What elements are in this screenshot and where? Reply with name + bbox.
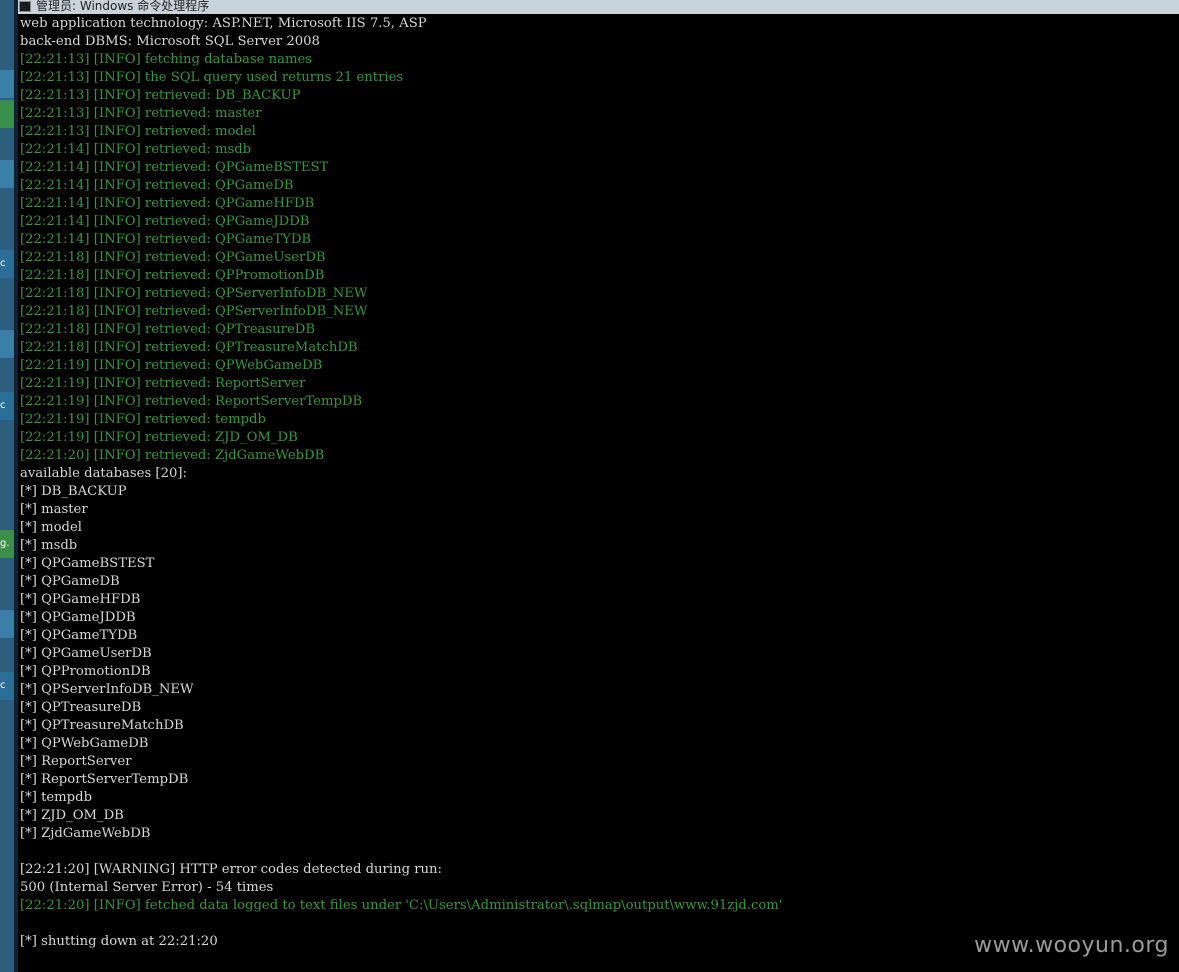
console-line: [22:21:19] [INFO] retrieved: ZJD_OM_DB bbox=[20, 430, 298, 445]
console-line: [22:21:14] [INFO] retrieved: QPGameTYDB bbox=[20, 232, 312, 247]
console-line: [22:21:14] [INFO] retrieved: QPGameHFDB bbox=[20, 196, 315, 211]
console-line: 500 (Internal Server Error) - 54 times bbox=[20, 880, 274, 895]
console-line: [*] QPGameHFDB bbox=[20, 592, 141, 607]
console-line: [22:21:18] [INFO] retrieved: QPPromotion… bbox=[20, 268, 325, 283]
console-line: [22:21:18] [INFO] retrieved: QPGameUserD… bbox=[20, 250, 326, 265]
console-line: [*] QPTreasureMatchDB bbox=[20, 718, 184, 733]
console-line: [*] QPServerInfoDB_NEW bbox=[20, 682, 194, 697]
console-line: [22:21:14] [INFO] retrieved: QPGameJDDB bbox=[20, 214, 310, 229]
taskbar-strip: c c g. c bbox=[0, 0, 18, 972]
taskbar-tile[interactable] bbox=[0, 610, 14, 638]
console-line: [*] QPGameJDDB bbox=[20, 610, 136, 625]
taskbar-tile[interactable] bbox=[0, 330, 14, 358]
console-line: [*] QPWebGameDB bbox=[20, 736, 149, 751]
watermark: www.wooyun.org bbox=[974, 933, 1169, 958]
console-line: [22:21:18] [INFO] retrieved: QPServerInf… bbox=[20, 286, 368, 301]
console-line: [22:21:13] [INFO] retrieved: model bbox=[20, 124, 256, 139]
console-line: [22:21:20] [INFO] retrieved: ZjdGameWebD… bbox=[20, 448, 325, 463]
window-titlebar[interactable]: 管理员: Windows 命令处理程序 bbox=[0, 0, 1179, 14]
console-line: available databases [20]: bbox=[20, 466, 187, 481]
console-line: [*] QPGameUserDB bbox=[20, 646, 152, 661]
console-line: [22:21:19] [INFO] retrieved: ReportServe… bbox=[20, 394, 363, 409]
console-line: [22:21:14] [INFO] retrieved: QPGameDB bbox=[20, 178, 294, 193]
console-line: [*] QPTreasureDB bbox=[20, 700, 142, 715]
console-line: [22:21:13] [INFO] fetching database name… bbox=[20, 52, 313, 67]
cmd-icon bbox=[19, 1, 31, 12]
console-line: [22:21:18] [INFO] retrieved: QPTreasureD… bbox=[20, 322, 316, 337]
taskbar-tile[interactable]: c bbox=[0, 250, 14, 278]
console-line: [22:21:19] [INFO] retrieved: tempdb bbox=[20, 412, 266, 427]
taskbar-tile[interactable]: c bbox=[0, 392, 14, 420]
taskbar-tile[interactable]: c bbox=[0, 672, 14, 700]
console-line: [*] ReportServerTempDB bbox=[20, 772, 189, 787]
console-line: [*] master bbox=[20, 502, 88, 517]
console-line: back-end DBMS: Microsoft SQL Server 2008 bbox=[20, 34, 320, 49]
console-line: [22:21:18] [INFO] retrieved: QPTreasureM… bbox=[20, 340, 358, 355]
console-line: [22:21:18] [INFO] retrieved: QPServerInf… bbox=[20, 304, 368, 319]
console-line: [22:21:13] [INFO] the SQL query used ret… bbox=[20, 70, 404, 85]
console-line: [*] DB_BACKUP bbox=[20, 484, 127, 499]
console-line: [*] msdb bbox=[20, 538, 78, 553]
console-line: [22:21:20] [WARNING] HTTP error codes de… bbox=[20, 862, 442, 877]
console-line: [22:21:20] [INFO] fetched data logged to… bbox=[20, 898, 783, 913]
console-line: [*] ReportServer bbox=[20, 754, 132, 769]
console-line: web application technology: ASP.NET, Mic… bbox=[20, 16, 427, 31]
console-line: [*] QPPromotionDB bbox=[20, 664, 151, 679]
console-line: [*] shutting down at 22:21:20 bbox=[20, 934, 218, 949]
taskbar-tile[interactable] bbox=[0, 160, 14, 188]
taskbar-tile[interactable] bbox=[0, 100, 14, 128]
console-line: [*] QPGameDB bbox=[20, 574, 120, 589]
console-line: [*] model bbox=[20, 520, 82, 535]
window-title: 管理员: Windows 命令处理程序 bbox=[36, 0, 210, 13]
console-line: [22:21:19] [INFO] retrieved: ReportServe… bbox=[20, 376, 306, 391]
console-line: [22:21:14] [INFO] retrieved: msdb bbox=[20, 142, 252, 157]
console-line: [22:21:19] [INFO] retrieved: QPWebGameDB bbox=[20, 358, 323, 373]
taskbar-tile[interactable] bbox=[0, 70, 14, 98]
console-line: [*] ZJD_OM_DB bbox=[20, 808, 124, 823]
console-line: [*] tempdb bbox=[20, 790, 93, 805]
console-line: [*] QPGameBSTEST bbox=[20, 556, 155, 571]
console-line: [22:21:14] [INFO] retrieved: QPGameBSTES… bbox=[20, 160, 329, 175]
console-line: [22:21:13] [INFO] retrieved: DB_BACKUP bbox=[20, 88, 301, 103]
console-output[interactable]: web application technology: ASP.NET, Mic… bbox=[18, 14, 1179, 972]
console-line: [22:21:13] [INFO] retrieved: master bbox=[20, 106, 262, 121]
taskbar-tile[interactable]: g. bbox=[0, 530, 14, 558]
console-line: [*] QPGameTYDB bbox=[20, 628, 138, 643]
console-line: [*] ZjdGameWebDB bbox=[20, 826, 151, 841]
